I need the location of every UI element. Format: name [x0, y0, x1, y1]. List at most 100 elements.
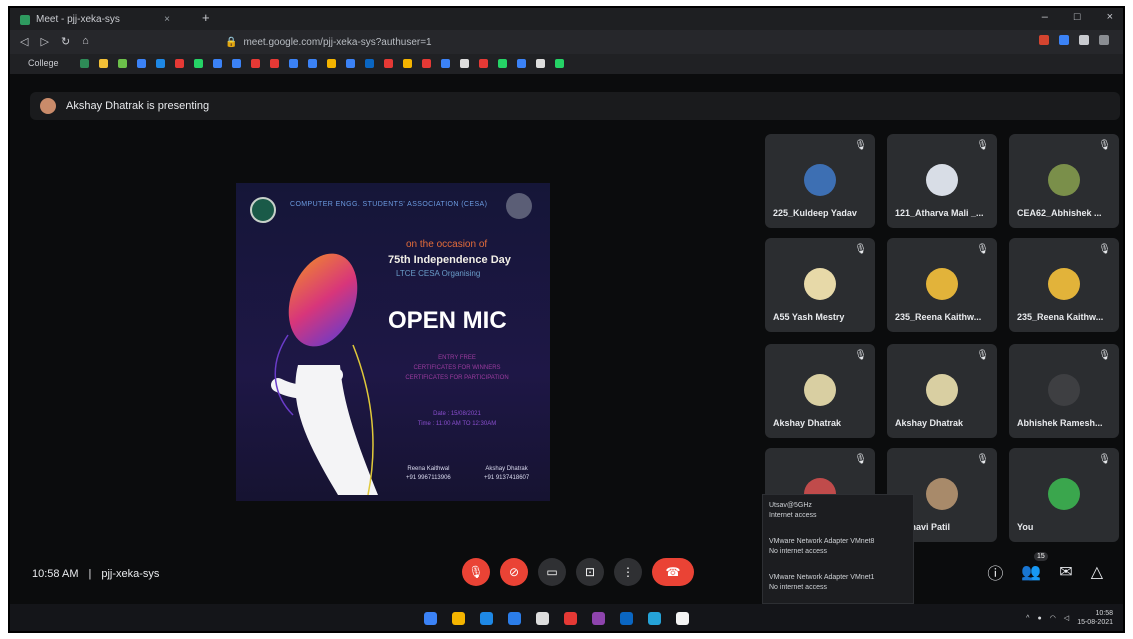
bookmark-folder-college[interactable]: College — [28, 58, 59, 68]
participant-tile[interactable]: 🎙 Akshay Dhatrak — [887, 344, 997, 438]
leave-call-button[interactable]: ☎ — [652, 558, 694, 586]
back-icon[interactable]: ◁ — [20, 35, 28, 48]
extension-icon[interactable] — [1059, 35, 1069, 45]
bookmark-icon[interactable] — [327, 59, 336, 68]
participant-tile[interactable]: 🎙 You — [1009, 448, 1119, 542]
mic-off-icon: 🎙 — [854, 244, 867, 255]
reload-icon[interactable]: ↻ — [61, 35, 70, 48]
taskbar-icons — [424, 612, 689, 625]
clock[interactable]: 10:58 15-08-2021 — [1077, 609, 1113, 627]
app-tray-icon[interactable]: ● — [1037, 615, 1041, 622]
notepad-icon[interactable] — [676, 612, 689, 625]
bookmark-icon[interactable] — [80, 59, 89, 68]
bookmark-icon[interactable] — [289, 59, 298, 68]
present-button[interactable]: ⊡ — [576, 558, 604, 586]
wifi-icon[interactable]: ◠ — [1050, 614, 1056, 622]
bookmark-icon[interactable] — [213, 59, 222, 68]
bookmark-icon[interactable] — [346, 59, 355, 68]
meeting-separator: | — [88, 568, 92, 580]
participant-name: Abhishek Ramesh... — [1017, 418, 1103, 428]
avatar — [1048, 478, 1080, 510]
participant-tile[interactable]: 🎙 CEA62_Abhishek ... — [1009, 134, 1119, 228]
github-desktop-icon[interactable] — [536, 612, 549, 625]
browser-titlebar: Meet - pjj-xeka-sys × + – □ × — [10, 8, 1123, 30]
participant-tile[interactable]: 🎙 121_Atharva Mali _... — [887, 134, 997, 228]
bookmark-icon[interactable] — [308, 59, 317, 68]
poster-line: CERTIFICATES FOR WINNERS — [413, 365, 501, 371]
participant-name: 121_Atharva Mali _... — [895, 208, 984, 218]
bookmark-icon[interactable] — [175, 59, 184, 68]
mic-off-icon: 🎙 — [976, 350, 989, 361]
start-icon[interactable] — [424, 612, 437, 625]
more-options-button[interactable]: ⋮ — [614, 558, 642, 586]
avatar — [926, 164, 958, 196]
bookmark-icon[interactable] — [555, 59, 564, 68]
bookmark-icon[interactable] — [99, 59, 108, 68]
bookmark-icon[interactable] — [384, 59, 393, 68]
puzzle-icon[interactable] — [1079, 35, 1089, 45]
participant-tile[interactable]: 🎙 235_Reena Kaithw... — [1009, 238, 1119, 332]
bookmark-icon[interactable] — [479, 59, 488, 68]
network-item-name[interactable]: VMware Network Adapter VMnet1 — [769, 573, 874, 583]
mic-off-button[interactable]: 🎙 — [462, 558, 490, 586]
bookmark-icon[interactable] — [137, 59, 146, 68]
bookmark-icon[interactable] — [441, 59, 450, 68]
bookmark-icon[interactable] — [403, 59, 412, 68]
clock-date: 15-08-2021 — [1077, 619, 1113, 626]
whatsapp-icon[interactable] — [194, 59, 203, 68]
new-tab-button[interactable]: + — [202, 10, 210, 25]
presenting-banner: Akshay Dhatrak is presenting — [30, 92, 1120, 120]
network-item-name[interactable]: Utsav@5GHz — [769, 501, 812, 511]
avatar — [926, 478, 958, 510]
activities-icon[interactable]: △ — [1091, 562, 1103, 582]
app-icon[interactable] — [648, 612, 661, 625]
contact-name: Reena Kaithwal — [407, 466, 450, 472]
edge-icon[interactable] — [480, 612, 493, 625]
participant-tile[interactable]: 🎙 Abhishek Ramesh... — [1009, 344, 1119, 438]
brave-icon[interactable] — [452, 612, 465, 625]
linkedin-icon[interactable] — [365, 59, 374, 68]
bookmark-icon[interactable] — [498, 59, 507, 68]
app-icon[interactable] — [620, 612, 633, 625]
tray-overflow-icon[interactable]: ^ — [1026, 615, 1029, 622]
bookmark-icon[interactable] — [232, 59, 241, 68]
app-icon[interactable] — [592, 612, 605, 625]
home-icon[interactable]: ⌂ — [82, 35, 89, 48]
tab-close-icon[interactable]: × — [164, 14, 170, 25]
bookmark-icon[interactable] — [251, 59, 260, 68]
participant-name: 235_Reena Kaithw... — [895, 312, 982, 322]
camera-off-button[interactable]: ⊘ — [500, 558, 528, 586]
captions-button[interactable]: ▭ — [538, 558, 566, 586]
bookmark-icon[interactable] — [156, 59, 165, 68]
info-icon[interactable]: ⓘ — [987, 560, 1003, 584]
participant-tile[interactable]: 🎙 Akshay Dhatrak — [765, 344, 875, 438]
avatar — [1048, 268, 1080, 300]
participant-tile[interactable]: 🎙 235_Reena Kaithw... — [887, 238, 997, 332]
participant-tile[interactable]: 🎙 A55 Yash Mestry — [765, 238, 875, 332]
participant-name: 235_Reena Kaithw... — [1017, 312, 1104, 322]
url-field[interactable]: 🔒 meet.google.com/pjj-xeka-sys?authuser=… — [215, 34, 865, 50]
extension-icon[interactable] — [1039, 35, 1049, 45]
bookmark-icon[interactable] — [270, 59, 279, 68]
minimize-button[interactable]: – — [1042, 11, 1048, 23]
bookmark-icon[interactable] — [422, 59, 431, 68]
avatar — [1048, 164, 1080, 196]
bookmark-icon[interactable] — [517, 59, 526, 68]
forward-icon[interactable]: ▷ — [40, 35, 48, 48]
browser-tab[interactable]: Meet - pjj-xeka-sys × — [20, 11, 170, 28]
network-item-name[interactable]: VMware Network Adapter VMnet8 — [769, 537, 874, 547]
avatar — [804, 374, 836, 406]
bookmark-icon[interactable] — [536, 59, 545, 68]
people-icon[interactable]: 👥 — [1021, 562, 1041, 582]
participant-tile[interactable]: 🎙 225_Kuldeep Yadav — [765, 134, 875, 228]
bookmark-icon[interactable] — [118, 59, 127, 68]
app-icon[interactable] — [564, 612, 577, 625]
close-window-button[interactable]: × — [1107, 11, 1113, 23]
volume-icon[interactable]: ◁ — [1064, 614, 1069, 622]
maximize-button[interactable]: □ — [1074, 11, 1081, 23]
chat-icon[interactable]: ✉ — [1059, 562, 1072, 582]
vscode-icon[interactable] — [508, 612, 521, 625]
poster-details: ENTRY FREE CERTIFICATES FOR WINNERS CERT… — [372, 353, 542, 383]
menu-icon[interactable] — [1099, 35, 1109, 45]
github-icon[interactable] — [460, 59, 469, 68]
